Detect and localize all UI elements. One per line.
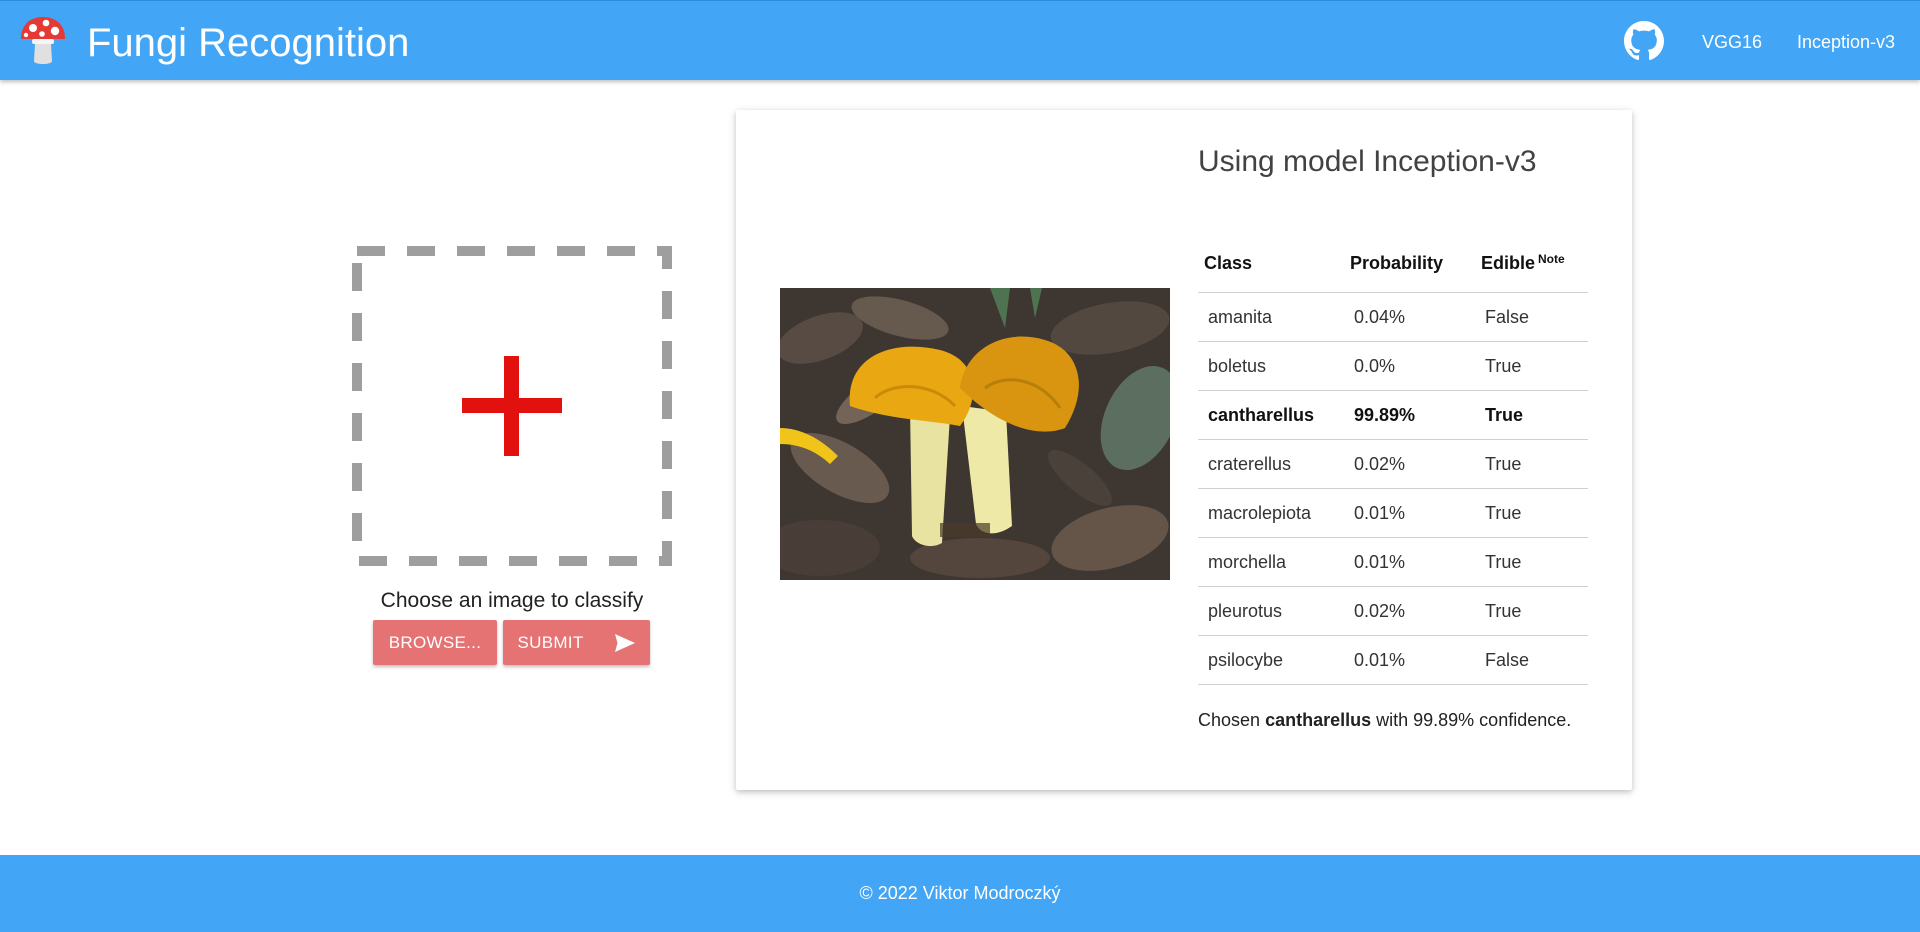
probability-cell: 0.02% bbox=[1344, 586, 1475, 636]
app-footer: © 2022 Viktor Modroczký bbox=[0, 855, 1920, 932]
edible-cell: True bbox=[1475, 586, 1588, 636]
table-row: macrolepiota 0.01% True bbox=[1198, 488, 1588, 538]
send-icon bbox=[614, 633, 635, 652]
probability-cell: 0.01% bbox=[1344, 488, 1475, 538]
probability-cell: 0.04% bbox=[1344, 292, 1475, 342]
edible-cell: True bbox=[1475, 537, 1588, 587]
probability-cell: 0.02% bbox=[1344, 439, 1475, 489]
copyright-text: © 2022 Viktor Modroczký bbox=[859, 883, 1061, 903]
browse-button[interactable]: BROWSE... bbox=[373, 620, 497, 665]
submit-button[interactable]: SUBMIT bbox=[503, 620, 650, 665]
browse-button-label: BROWSE... bbox=[388, 632, 482, 652]
class-cell: pleurotus bbox=[1198, 586, 1344, 636]
table-row: craterellus 0.02% True bbox=[1198, 439, 1588, 489]
image-drop-zone[interactable] bbox=[352, 246, 672, 566]
summary-prefix: Chosen bbox=[1198, 710, 1261, 730]
app-header: Fungi Recognition VGG16 Inception-v3 bbox=[0, 0, 1920, 80]
results-table: Class Probability Edible Note amanita 0.0… bbox=[1198, 234, 1588, 685]
class-cell: craterellus bbox=[1198, 439, 1344, 489]
edible-cell: False bbox=[1475, 292, 1588, 342]
table-row: amanita 0.04% False bbox=[1198, 292, 1588, 342]
nav-link-vgg16[interactable]: VGG16 bbox=[1702, 31, 1762, 53]
class-cell: boletus bbox=[1198, 341, 1344, 391]
table-row-selected: cantharellus 99.89% True bbox=[1198, 390, 1588, 440]
result-card: Using model Inception-v3 Class Probabili… bbox=[736, 110, 1632, 790]
probability-cell: 0.01% bbox=[1344, 635, 1475, 685]
class-cell: cantharellus bbox=[1198, 390, 1344, 440]
classification-summary: Chosen cantharellus with 99.89% confiden… bbox=[1198, 710, 1571, 731]
table-row: boletus 0.0% True bbox=[1198, 341, 1588, 391]
submit-button-label: SUBMIT bbox=[517, 632, 584, 652]
table-header-row: Class Probability Edible Note bbox=[1198, 234, 1588, 293]
edible-cell: True bbox=[1475, 488, 1588, 538]
edible-note-link[interactable]: Note bbox=[1538, 252, 1565, 266]
class-cell: morchella bbox=[1198, 537, 1344, 587]
probability-cell: 99.89% bbox=[1344, 390, 1475, 440]
edible-cell: False bbox=[1475, 635, 1588, 685]
summary-class: cantharellus bbox=[1265, 710, 1372, 730]
class-cell: macrolepiota bbox=[1198, 488, 1344, 538]
mushroom-logo[interactable] bbox=[18, 15, 68, 67]
table-row: pleurotus 0.02% True bbox=[1198, 586, 1588, 636]
class-cell: psilocybe bbox=[1198, 635, 1344, 685]
column-header-class: Class bbox=[1198, 234, 1344, 293]
summary-suffix: with 99.89% confidence. bbox=[1376, 710, 1572, 730]
edible-cell: True bbox=[1475, 390, 1588, 440]
plus-icon bbox=[462, 356, 562, 456]
model-title: Using model Inception-v3 bbox=[1198, 145, 1537, 178]
class-cell: amanita bbox=[1198, 292, 1344, 342]
app-title[interactable]: Fungi Recognition bbox=[87, 20, 409, 66]
edible-cell: True bbox=[1475, 341, 1588, 391]
edible-label: Edible bbox=[1481, 253, 1536, 273]
probability-cell: 0.01% bbox=[1344, 537, 1475, 587]
mushroom-photo bbox=[780, 288, 1170, 580]
table-row: psilocybe 0.01% False bbox=[1198, 635, 1588, 685]
probability-cell: 0.0% bbox=[1344, 341, 1475, 391]
upload-prompt: Choose an image to classify bbox=[380, 589, 644, 612]
table-row: morchella 0.01% True bbox=[1198, 537, 1588, 587]
column-header-edible: Edible Note bbox=[1475, 234, 1588, 293]
nav-link-inception-v3[interactable]: Inception-v3 bbox=[1797, 31, 1895, 53]
edible-cell: True bbox=[1475, 439, 1588, 489]
github-icon[interactable] bbox=[1624, 21, 1664, 61]
column-header-probability: Probability bbox=[1344, 234, 1475, 293]
